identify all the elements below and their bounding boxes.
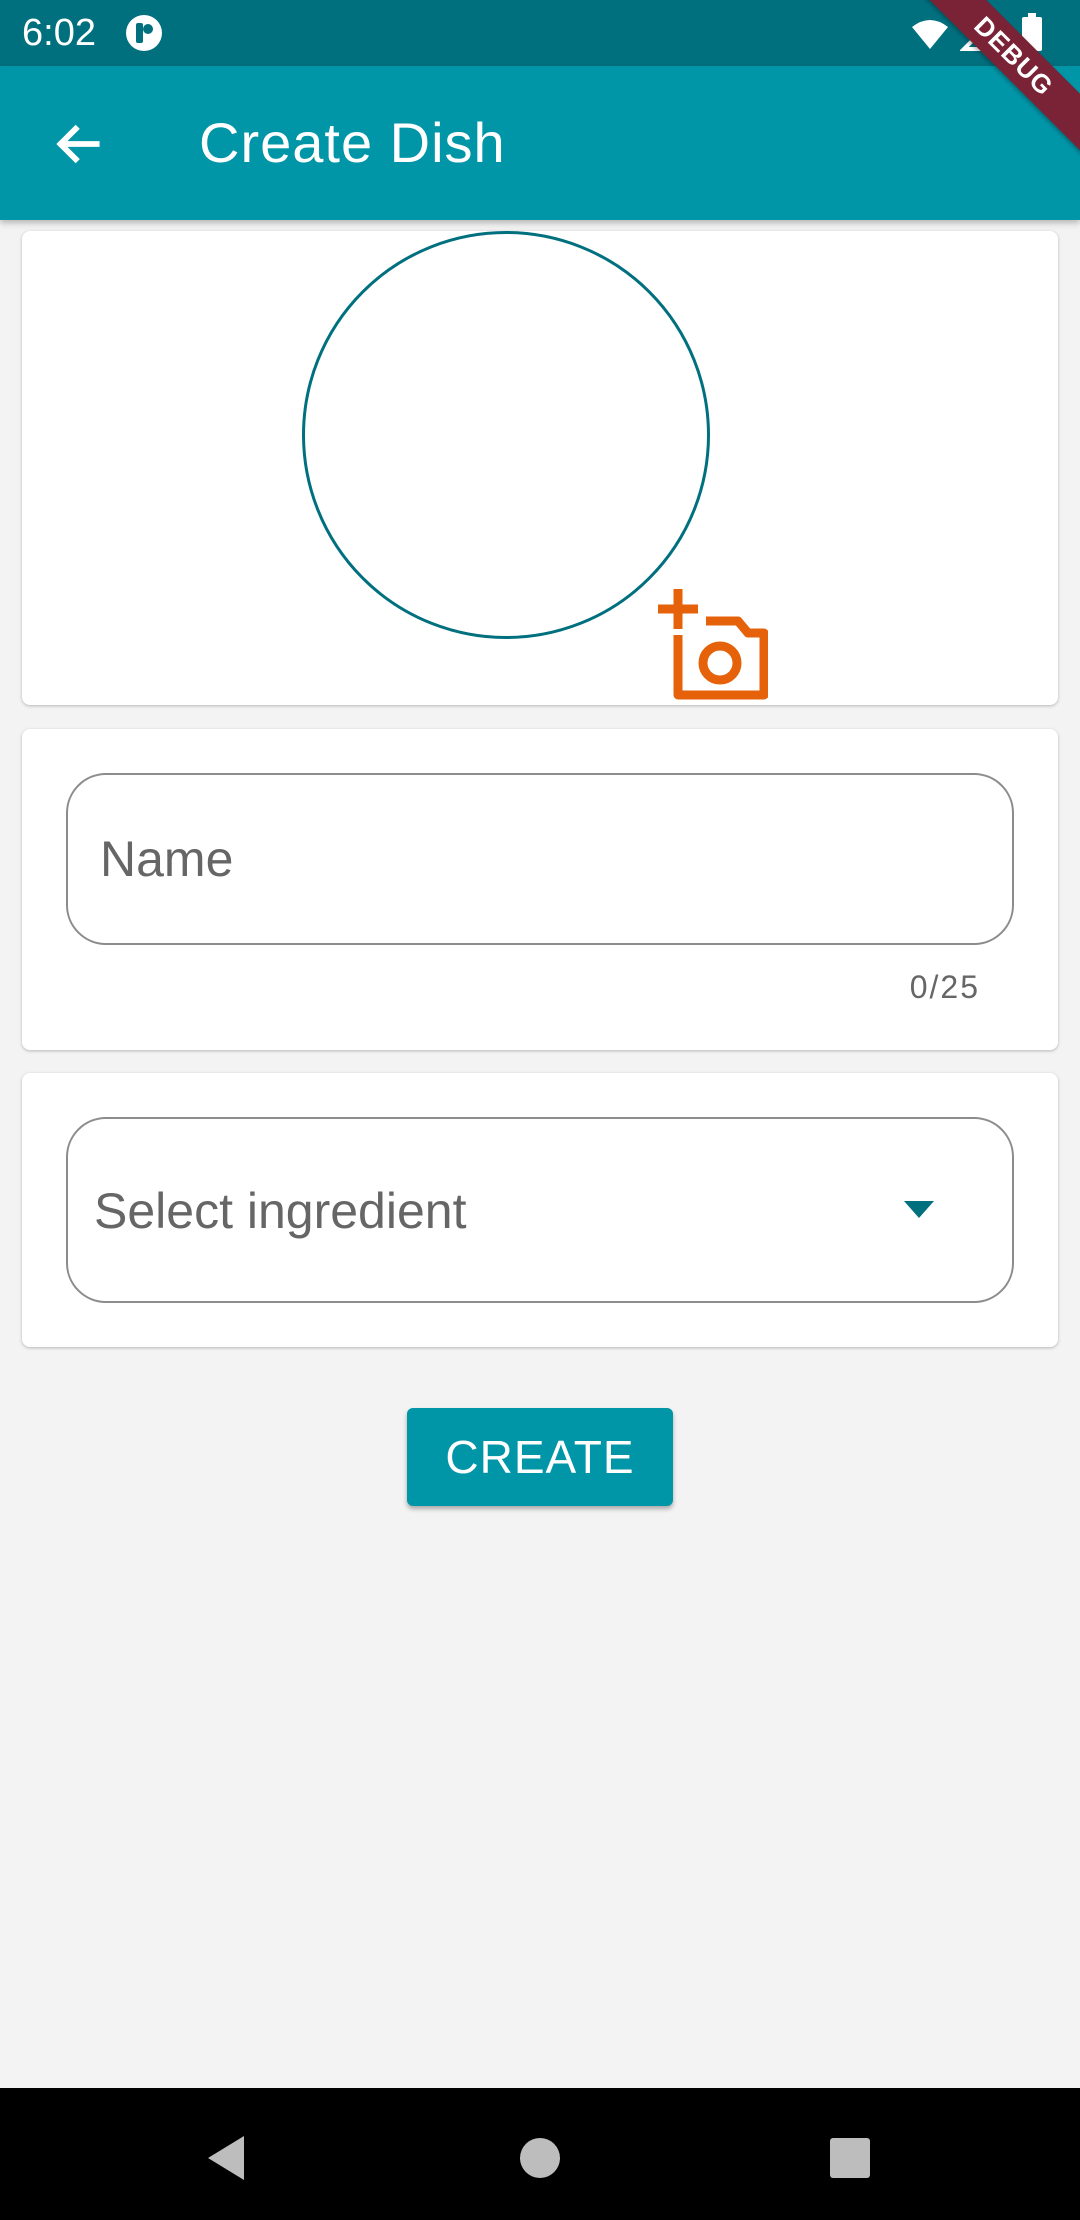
name-input[interactable]: Name	[66, 773, 1014, 945]
page-title: Create Dish	[199, 111, 506, 174]
photo-card	[22, 231, 1058, 705]
app-bar: Create Dish	[0, 66, 1080, 220]
back-button[interactable]	[36, 102, 120, 186]
system-nav-bar	[0, 2088, 1080, 2220]
name-char-counter: 0/25	[909, 969, 980, 1005]
add-a-photo-icon	[658, 589, 769, 700]
ingredient-dropdown-placeholder: Select ingredient	[94, 1183, 467, 1239]
nav-recents-icon[interactable]	[820, 2128, 880, 2188]
nav-home-icon[interactable]	[510, 2128, 570, 2188]
battery-icon	[1022, 13, 1042, 51]
ingredient-card: Select ingredient	[22, 1073, 1058, 1347]
dish-photo-placeholder[interactable]	[302, 231, 710, 639]
cell-signal-icon	[960, 13, 998, 51]
app-notification-icon	[126, 15, 162, 51]
wifi-icon	[912, 20, 948, 49]
name-input-placeholder: Name	[100, 831, 234, 887]
status-time: 6:02	[22, 12, 96, 54]
arrow-drop-down-icon	[904, 1201, 934, 1218]
status-bar: 6:02	[0, 0, 1080, 66]
name-card: Name 0/25	[22, 729, 1058, 1050]
arrow-back-icon	[56, 124, 100, 164]
status-icons	[910, 13, 1060, 53]
add-photo-button[interactable]	[648, 583, 769, 703]
create-button[interactable]: CREATE	[407, 1408, 673, 1506]
ingredient-dropdown[interactable]: Select ingredient	[66, 1117, 1014, 1303]
nav-back-icon[interactable]	[200, 2128, 260, 2188]
